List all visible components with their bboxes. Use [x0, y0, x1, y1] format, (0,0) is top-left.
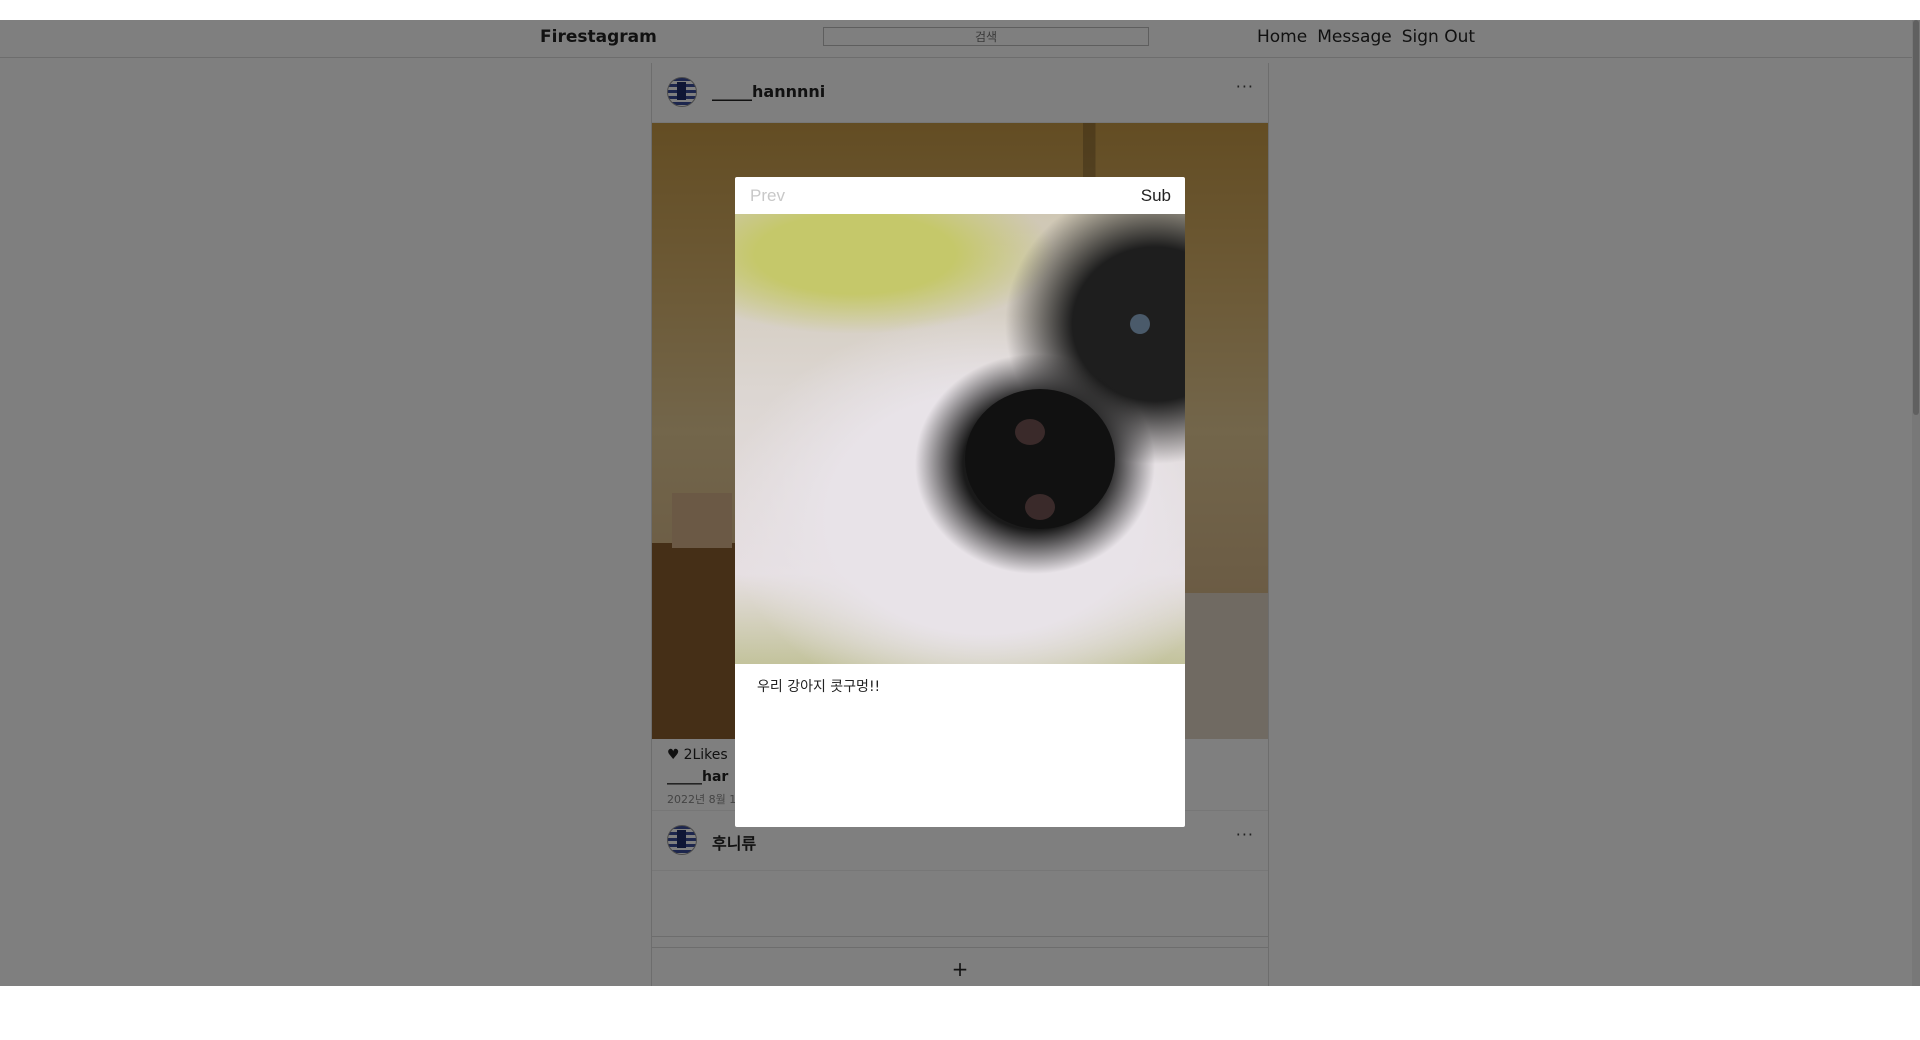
sub-button[interactable]: Sub — [1141, 186, 1171, 206]
modal-image-detail — [1025, 494, 1055, 520]
modal-image-detail — [1130, 314, 1150, 334]
modal-image-detail — [1015, 419, 1045, 445]
page: Firestagram Home Message Sign Out _____h… — [0, 20, 1920, 986]
post-detail-modal: Prev Sub 우리 강아지 콧구멍!! — [735, 177, 1185, 827]
modal-image — [735, 214, 1185, 664]
modal-header: Prev Sub — [735, 177, 1185, 214]
prev-button[interactable]: Prev — [750, 186, 785, 206]
modal-caption: 우리 강아지 콧구멍!! — [757, 679, 881, 695]
